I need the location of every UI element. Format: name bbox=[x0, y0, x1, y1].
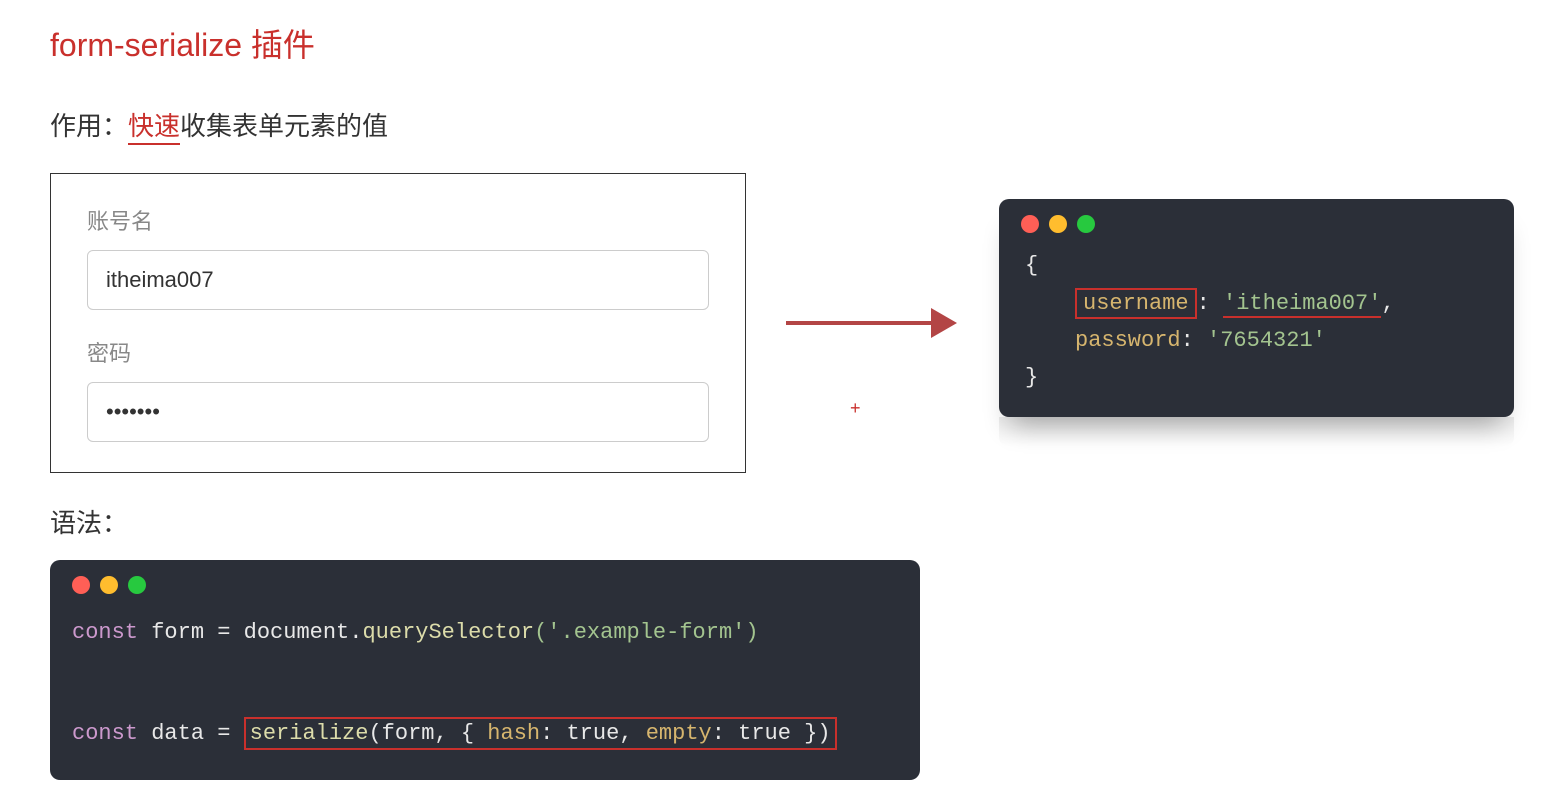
brace-open: { bbox=[1025, 247, 1492, 284]
desc-prefix: 作用： bbox=[50, 111, 128, 141]
minimize-dot-icon bbox=[100, 576, 118, 594]
fn-queryselector: querySelector bbox=[362, 620, 534, 645]
args-selector: ('.example-form') bbox=[534, 620, 758, 645]
sep1: : true, bbox=[540, 721, 646, 746]
syntax-code-block: const form = document.querySelector('.ex… bbox=[50, 560, 920, 780]
opt-empty: empty bbox=[646, 721, 712, 746]
username-key: username bbox=[1075, 288, 1197, 319]
close-dot-icon bbox=[1021, 215, 1039, 233]
desc-suffix: 收集表单元素的值 bbox=[180, 111, 388, 141]
dot: . bbox=[349, 620, 362, 645]
window-dots bbox=[72, 576, 898, 594]
serialize-highlight: serialize(form, { hash: true, empty: tru… bbox=[244, 717, 837, 750]
password-label: 密码 bbox=[87, 336, 709, 368]
form-example: 账号名 itheima007 密码 ••••••• bbox=[50, 173, 746, 473]
password-key: password bbox=[1075, 328, 1181, 353]
arrow-icon bbox=[786, 293, 959, 353]
plus-marker: + bbox=[850, 398, 861, 419]
window-dots bbox=[1021, 215, 1492, 233]
example-row: 账号名 itheima007 密码 ••••••• + { username: … bbox=[50, 173, 1514, 473]
kw-const: const bbox=[72, 620, 138, 645]
close-dot-icon bbox=[72, 576, 90, 594]
args-open: (form, { bbox=[368, 721, 487, 746]
fn-serialize: serialize bbox=[250, 721, 369, 746]
description: 作用：快速收集表单元素的值 bbox=[50, 106, 1514, 143]
result-wrap: { username: 'itheima007', password: '765… bbox=[999, 199, 1514, 447]
maximize-dot-icon bbox=[128, 576, 146, 594]
args-close: : true }) bbox=[712, 721, 831, 746]
minimize-dot-icon bbox=[1049, 215, 1067, 233]
code-line-2: const data = serialize(form, { hash: tru… bbox=[72, 709, 898, 760]
username-label: 账号名 bbox=[87, 204, 709, 236]
page-title: form-serialize 插件 bbox=[50, 20, 1514, 66]
code-line-blank bbox=[72, 659, 898, 710]
kw-const: const bbox=[72, 721, 138, 746]
result-line-username: username: 'itheima007', bbox=[1025, 285, 1492, 322]
brace-close: } bbox=[1025, 359, 1492, 396]
syntax-label: 语法： bbox=[50, 503, 1514, 540]
opt-hash: hash bbox=[487, 721, 540, 746]
password-value: '7654321' bbox=[1207, 328, 1326, 353]
result-code-block: { username: 'itheima007', password: '765… bbox=[999, 199, 1514, 417]
maximize-dot-icon bbox=[1077, 215, 1095, 233]
var-form: form = bbox=[138, 620, 244, 645]
result-line-password: password: '7654321' bbox=[1025, 322, 1492, 359]
username-field[interactable]: itheima007 bbox=[87, 250, 709, 310]
reflection-shadow bbox=[999, 417, 1514, 447]
var-data: data = bbox=[138, 721, 244, 746]
code-line-1: const form = document.querySelector('.ex… bbox=[72, 608, 898, 659]
password-field[interactable]: ••••••• bbox=[87, 382, 709, 442]
username-value: 'itheima007' bbox=[1223, 291, 1381, 318]
desc-highlight: 快速 bbox=[128, 111, 180, 145]
obj-document: document bbox=[244, 620, 350, 645]
